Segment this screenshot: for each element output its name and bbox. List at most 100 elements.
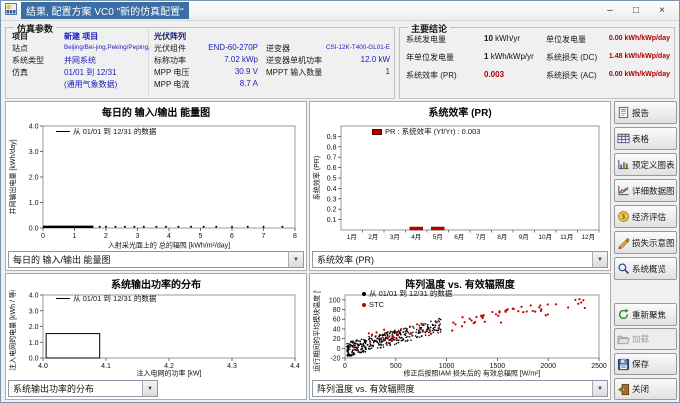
chart-select-temp-irradiance[interactable]: 阵列温度 vs. 有效辐照度▼: [312, 380, 608, 397]
predefined-graphs-button[interactable]: 预定义图表: [614, 153, 677, 176]
svg-text:4.4: 4.4: [290, 363, 300, 370]
chevron-down-icon[interactable]: ▼: [592, 381, 607, 396]
legend-line-swatch: [56, 131, 70, 132]
minimize-button[interactable]: –: [597, 2, 623, 20]
svg-text:80: 80: [333, 307, 341, 314]
refocus-button[interactable]: 重新聚焦: [614, 303, 677, 326]
close-button[interactable]: 关闭: [614, 378, 677, 400]
chevron-down-icon[interactable]: ▼: [142, 381, 157, 396]
chart-select-daily-io[interactable]: 每日的 输入/输出 能量图▼: [8, 251, 304, 268]
svg-text:0.4: 0.4: [327, 186, 337, 193]
param-label: 光伏组件: [154, 43, 186, 54]
predefined-graphs-button-label: 预定义图表: [632, 159, 675, 171]
window-controls: – □ ×: [597, 2, 675, 20]
result-value: 1.48 kWh/kWp/day: [592, 53, 670, 60]
svg-text:0.0: 0.0: [29, 356, 39, 363]
svg-text:0.2: 0.2: [327, 207, 337, 214]
project-header: 项目: [12, 31, 28, 42]
chart-legend: PR : 系统效率 (Yf/Yr) : 0.003: [372, 126, 480, 137]
param-label: 系统类型: [12, 55, 44, 66]
legend-label: STC: [369, 300, 384, 309]
chevron-down-icon[interactable]: ▼: [592, 252, 607, 267]
svg-text:20: 20: [333, 336, 341, 343]
svg-text:100: 100: [329, 297, 341, 304]
svg-text:0.8: 0.8: [327, 144, 337, 151]
chart-legend: 从 01/01 到 12/31 的数据: [56, 126, 156, 137]
detailed-data-graph-button[interactable]: 详细数据图: [614, 179, 677, 202]
svg-text:4.0: 4.0: [29, 124, 39, 131]
site-value: Beijing/Bei-jing,Peking/Peping,Sijing: [64, 44, 150, 51]
bar-chart-icon: [617, 158, 630, 171]
title-bar: 结果, 配置方案 VC0 "新的仿真配置" – □ ×: [1, 1, 679, 21]
sim-period-value: 01/01 到 12/31: [64, 67, 116, 78]
system-overview-button[interactable]: 系统概览: [614, 257, 677, 280]
loss-diagram-button[interactable]: 损失示意图: [614, 231, 677, 254]
legend-label: 从 01/01 到 12/31 的数据: [73, 126, 156, 137]
svg-text:注入电网的电量 [kWh / 等级]: 注入电网的电量 [kWh / 等级]: [8, 290, 17, 371]
svg-text:并网输出电量 [kWh/day]: 并网输出电量 [kWh/day]: [8, 139, 17, 214]
chart-legend: 从 01/01 到 12/31 的数据 STC: [362, 288, 452, 309]
combo-value: 每日的 输入/输出 能量图: [9, 253, 288, 266]
maximize-button[interactable]: □: [623, 2, 649, 20]
legend-line-swatch: [56, 298, 70, 299]
result-label: 系统损失 (DC): [546, 52, 597, 63]
mpp-voltage-value: 30.9 V: [194, 67, 258, 76]
svg-text:入射采光面上的 总的辐照 [kWh/m²/day]: 入射采光面上的 总的辐照 [kWh/m²/day]: [108, 241, 230, 250]
param-label: 仿真: [12, 67, 28, 78]
mpp-current-value: 8.7 A: [194, 79, 258, 88]
economic-evaluation-button-label: 经济评估: [632, 211, 666, 223]
chart-panel-pr: 系统效率 (PR) 0.10.20.30.40.50.60.70.80.9系统效…: [309, 101, 611, 271]
mppt-inputs-value: 1: [322, 67, 390, 76]
svg-text:1.0: 1.0: [29, 200, 39, 207]
svg-text:3.0: 3.0: [29, 308, 39, 315]
result-label: 系统损失 (AC): [546, 70, 597, 81]
svg-text:6月: 6月: [454, 233, 464, 241]
table-icon: [617, 132, 630, 145]
svg-text:60: 60: [333, 317, 341, 324]
svg-text:0.1: 0.1: [327, 217, 337, 224]
svg-text:0.6: 0.6: [327, 165, 337, 172]
param-label: 标称功率: [154, 55, 186, 66]
svg-text:4: 4: [167, 233, 171, 240]
economic-evaluation-button[interactable]: $ 经济评估: [614, 205, 677, 228]
tables-button[interactable]: 表格: [614, 127, 677, 150]
svg-text:修正后按照IAM 损失后的 有效总辐照 [W/m²]: 修正后按照IAM 损失后的 有效总辐照 [W/m²]: [404, 369, 541, 378]
result-label: 系统效率 (PR): [406, 70, 457, 81]
svg-text:5: 5: [199, 233, 203, 240]
pv-array-header: 光伏阵列: [154, 31, 186, 42]
param-label: MPP 电流: [154, 79, 189, 90]
pnom-value: 7.02 kWp: [194, 55, 258, 64]
close-window-button[interactable]: ×: [649, 2, 675, 20]
report-button-label: 报告: [632, 107, 649, 119]
app-icon: [5, 2, 17, 20]
detailed-data-graph-button-label: 详细数据图: [632, 185, 675, 197]
magnifier-icon: [617, 262, 630, 275]
pencil-icon: [617, 236, 630, 249]
combo-value: 阵列温度 vs. 有效辐照度: [313, 382, 592, 395]
system-overview-button-label: 系统概览: [632, 263, 666, 275]
svg-text:3月: 3月: [390, 233, 400, 241]
svg-text:-20: -20: [330, 356, 340, 363]
svg-text:11月: 11月: [560, 233, 573, 241]
coin-icon: $: [617, 210, 630, 223]
chart-panel-daily-io: 每日的 输入/输出 能量图 0123456780.01.02.03.04.0入射…: [5, 101, 307, 271]
param-label: 逆变器: [266, 43, 290, 54]
loss-diagram-button-label: 损失示意图: [632, 237, 675, 249]
svg-text:运行期间的平均模块温度 [°C]: 运行期间的平均模块温度 [°C]: [312, 290, 321, 372]
svg-text:500: 500: [390, 363, 402, 370]
report-button[interactable]: 报告: [614, 101, 677, 124]
chart-select-power-dist[interactable]: 系统输出功率的分布▼: [8, 380, 158, 397]
system-type-value: 并网系统: [64, 55, 96, 66]
legend-dot-black: [362, 292, 366, 296]
chart-select-pr[interactable]: 系统效率 (PR)▼: [312, 251, 608, 268]
svg-text:0.3: 0.3: [327, 196, 337, 203]
folder-icon: [617, 333, 630, 346]
chevron-down-icon[interactable]: ▼: [288, 252, 303, 267]
module-value: END-60-270P: [194, 43, 258, 52]
divider: [148, 30, 149, 96]
svg-text:0: 0: [41, 233, 45, 240]
exit-door-icon: [617, 383, 630, 396]
svg-text:12月: 12月: [581, 233, 595, 241]
svg-text:0.9: 0.9: [327, 134, 337, 141]
save-button[interactable]: 保存: [614, 353, 677, 375]
